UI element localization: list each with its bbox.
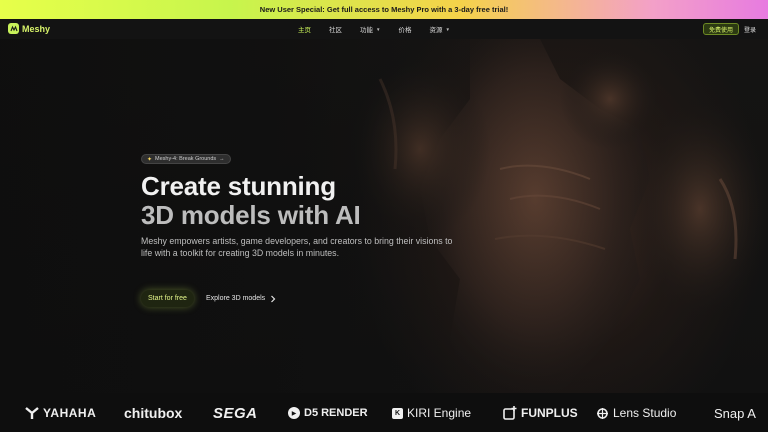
arrow-right-icon: → — [219, 156, 225, 162]
free-use-button[interactable]: 免费使用 — [703, 23, 740, 35]
nav-item-home[interactable]: 主页 — [298, 24, 311, 34]
hero-subtext: Meshy empowers artists, game developers,… — [141, 236, 453, 258]
sparkle-icon: ✦ — [147, 156, 153, 163]
explore-label: Explore 3D models — [206, 295, 266, 302]
partner-name: Snap A — [714, 405, 756, 421]
logo[interactable]: Meshy — [8, 23, 50, 34]
partner-name: SEGA — [213, 404, 258, 422]
yahaha-logo-icon — [25, 407, 39, 419]
meshy-logo-icon — [8, 23, 19, 34]
promo-banner[interactable]: New User Special: Get full access to Mes… — [0, 0, 768, 19]
chevron-right-icon — [271, 295, 276, 302]
partner-snap: Snap A — [714, 405, 756, 421]
funplus-logo-icon — [503, 406, 517, 420]
main-nav: 主页 社区 功能 ▼ 价格 资源 ▼ — [298, 19, 468, 39]
badge-label: Meshy-4: Break Grounds — [155, 156, 217, 162]
nav-item-resources[interactable]: 资源 ▼ — [429, 24, 450, 35]
nav-item-label: 功能 — [360, 27, 373, 34]
partner-kiri-engine: K KIRI Engine — [392, 405, 471, 421]
announcement-badge[interactable]: ✦ Meshy-4: Break Grounds → — [141, 154, 231, 164]
partner-logos: YAHAHA chitubox SEGA ▶ D5 RENDER K KIRI … — [0, 393, 768, 432]
partner-yahaha: YAHAHA — [25, 405, 96, 421]
partner-name: YAHAHA — [43, 406, 97, 420]
nav-item-label: 价格 — [398, 27, 412, 34]
logo-text: Meshy — [22, 23, 51, 34]
nav-item-pricing[interactable]: 价格 — [398, 24, 411, 34]
partner-name: KIRI Engine — [407, 406, 472, 420]
partner-name: D5 RENDER — [304, 407, 368, 419]
start-for-free-button[interactable]: Start for free — [141, 290, 194, 307]
nav-item-label: 社区 — [329, 27, 342, 34]
nav-item-label: 主页 — [298, 27, 311, 34]
headline-line-1: Create stunning — [141, 171, 336, 201]
top-nav: Meshy 主页 社区 功能 ▼ 价格 资源 ▼ 免费使用 登录 — [0, 19, 768, 39]
partner-name: FUNPLUS — [521, 406, 578, 420]
chevron-down-icon: ▼ — [445, 26, 450, 32]
promo-text[interactable]: New User Special: Get full access to Mes… — [260, 5, 508, 14]
partner-name: chitubox — [124, 405, 183, 421]
explore-3d-models-button[interactable]: Explore 3D models — [206, 290, 276, 307]
hero-section: ✦ Meshy-4: Break Grounds → Create stunni… — [0, 39, 768, 393]
partner-funplus: FUNPLUS — [503, 405, 578, 421]
lens-studio-logo-icon — [597, 407, 608, 419]
headline-line-2: 3D models with AI — [141, 200, 361, 230]
partner-d5-render: ▶ D5 RENDER — [288, 405, 368, 421]
partner-name: Lens Studio — [613, 406, 677, 420]
hero-overlay — [0, 39, 768, 393]
d5-logo-icon: ▶ — [288, 407, 300, 419]
kiri-logo-icon: K — [392, 407, 403, 419]
chevron-down-icon: ▼ — [376, 26, 381, 32]
partner-lens-studio: Lens Studio — [596, 405, 676, 421]
nav-item-community[interactable]: 社区 — [329, 24, 342, 34]
hero-headline: Create stunning 3D models with AI — [141, 172, 361, 230]
partner-sega: SEGA — [213, 404, 258, 422]
partner-chitubox: chitubox — [124, 405, 182, 421]
nav-item-features[interactable]: 功能 ▼ — [360, 24, 381, 35]
login-button[interactable]: 登录 — [741, 23, 759, 35]
nav-item-label: 资源 — [429, 27, 443, 34]
